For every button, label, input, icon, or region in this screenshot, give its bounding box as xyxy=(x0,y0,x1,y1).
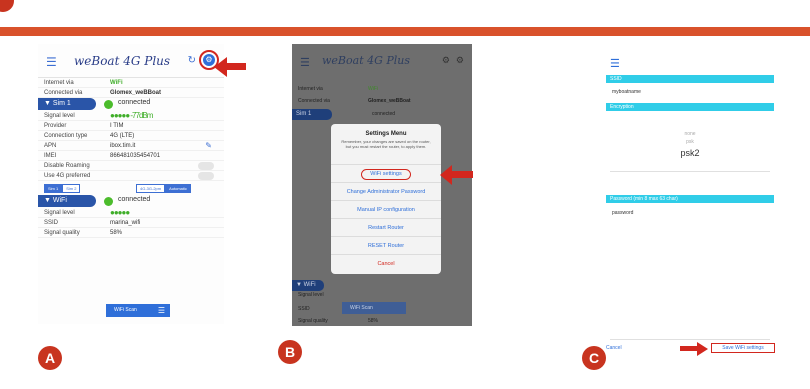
step-badge-c: C xyxy=(582,346,606,370)
menu-title: Settings Menu xyxy=(365,131,407,137)
wifi-status: connected xyxy=(118,196,151,203)
wifi-scan-button: WiFi Scan xyxy=(342,302,406,314)
bg-sim1-label: Sim 1 xyxy=(292,109,332,120)
divider xyxy=(610,339,770,340)
hamburger-menu-icon[interactable]: ☰ xyxy=(46,56,57,68)
status-dot xyxy=(104,100,113,109)
bg-value: 58% xyxy=(368,318,379,324)
bg-label: Connected via xyxy=(298,98,330,104)
menu-item-reset-router[interactable]: RESET Router xyxy=(331,236,441,254)
info-row: SSID marina_wifi xyxy=(38,218,224,228)
info-row: Provider I TIM xyxy=(38,121,224,131)
info-row: Connection type 4G (LTE) xyxy=(38,131,224,141)
info-row: Use 4G preferred xyxy=(38,171,224,181)
orange-rule xyxy=(0,27,810,36)
refresh-icon[interactable]: ↻ xyxy=(188,55,196,66)
status-dot xyxy=(104,197,113,206)
encryption-picker-selected[interactable]: psk2 xyxy=(600,148,780,158)
bg-value: connected xyxy=(372,111,396,117)
refresh-icon: ⚙ xyxy=(441,55,450,65)
sim-tabs: Sim 1 Sim 2 4G-3G-2pm Automatic xyxy=(38,181,224,195)
save-wifi-settings-button[interactable]: Save WiFi settings xyxy=(711,343,775,353)
info-row: Signal level ●●●●● xyxy=(38,208,224,218)
tab-sim1[interactable]: Sim 1 xyxy=(44,184,63,193)
bg-value: Glomex_weBBoat xyxy=(368,98,411,104)
info-row: Internet via WiFi xyxy=(38,78,224,88)
divider xyxy=(610,171,770,172)
info-row: Signal level ●●●●● -77dBm xyxy=(38,111,224,121)
pointer-arrowhead xyxy=(214,57,227,77)
encryption-option[interactable]: psk xyxy=(600,139,780,145)
password-input[interactable]: password xyxy=(612,210,633,216)
cancel-button[interactable]: Cancel xyxy=(606,345,622,351)
info-row: Connected via Glomex_weBBoat xyxy=(38,88,224,98)
bg-value: WiFi xyxy=(368,86,378,92)
ssid-header: SSID xyxy=(606,75,774,83)
step-badge-b: B xyxy=(278,340,302,364)
settings-gear-icon: ⚙ xyxy=(455,55,464,65)
menu-item-cancel[interactable]: Cancel xyxy=(331,254,441,272)
menu-note: Remember, your changes are saved on the … xyxy=(341,139,431,149)
menu-item-manual-ip[interactable]: Manual IP configuration xyxy=(331,200,441,218)
tab-sim2[interactable]: Sim 2 xyxy=(62,184,81,193)
bg-label: Signal quality xyxy=(298,318,328,324)
app-header: ☰ weBoat 4G Plus ↻ ⚙ xyxy=(38,44,224,78)
screen-a-status: ☰ weBoat 4G Plus ↻ ⚙ Internet via WiFi Co… xyxy=(38,44,224,324)
encryption-option[interactable]: none xyxy=(600,131,780,137)
wifi-icon: ☰ xyxy=(157,306,165,315)
pointer-arrow xyxy=(680,346,698,351)
menu-item-change-password[interactable]: Change Administrator Password xyxy=(331,182,441,200)
password-header: Password (min 8 max 63 char) xyxy=(606,195,774,203)
top-band xyxy=(0,0,810,27)
highlight-ring xyxy=(361,169,411,180)
sim1-label: ▼ Sim 1 xyxy=(38,98,96,110)
wifi-label: ▼ WiFi xyxy=(38,195,96,207)
encryption-header: Encryption xyxy=(606,103,774,111)
4g-preferred-toggle[interactable] xyxy=(198,172,214,180)
pointer-arrowhead xyxy=(697,342,708,356)
bg-label: SSID xyxy=(298,306,310,312)
app-brand-logo: weBoat 4G Plus xyxy=(322,54,411,67)
bg-label: Signal level xyxy=(298,292,324,298)
edit-icon[interactable]: ✎ xyxy=(205,141,212,151)
screen-b-settings-menu: ☰ weBoat 4G Plus ⚙ ⚙ Internet via WiFi C… xyxy=(292,44,472,326)
step-badge-a: A xyxy=(38,346,62,370)
bg-label: Internet via xyxy=(298,86,323,92)
menu-item-restart-router[interactable]: Restart Router xyxy=(331,218,441,236)
tab-automatic[interactable]: Automatic xyxy=(165,184,191,193)
wifi-scan-button[interactable]: WiFi Scan ☰ xyxy=(106,304,170,317)
info-row: Signal quality 58% xyxy=(38,228,224,238)
hamburger-menu-icon: ☰ xyxy=(300,57,310,69)
tab-network-mode[interactable]: 4G-3G-2pm xyxy=(136,184,166,193)
sim1-section-header[interactable]: ▼ Sim 1 connected xyxy=(38,98,224,111)
roaming-toggle[interactable] xyxy=(198,162,214,170)
bg-wifi-label: ▼ WiFi xyxy=(292,280,324,291)
screen-c-wifi-settings: ☰ SSID myboatname Encryption none psk ps… xyxy=(600,44,780,360)
hamburger-menu-icon[interactable]: ☰ xyxy=(610,57,620,70)
wifi-section-header[interactable]: ▼ WiFi connected xyxy=(38,195,224,208)
pointer-arrow xyxy=(451,171,473,178)
settings-menu-dialog: Settings Menu Remember, your changes are… xyxy=(331,124,441,274)
info-row: APN ibox.tim.it ✎ xyxy=(38,141,224,151)
pointer-arrowhead xyxy=(440,165,452,185)
app-brand-logo: weBoat 4G Plus xyxy=(74,54,171,68)
info-row: Disable Roaming xyxy=(38,161,224,171)
info-row: IMEI 866481035454701 xyxy=(38,151,224,161)
sim1-status: connected xyxy=(118,99,151,106)
ssid-input[interactable]: myboatname xyxy=(612,89,641,95)
pointer-arrow xyxy=(226,63,246,70)
menu-item-wifi-settings[interactable]: WiFi settings xyxy=(331,164,441,182)
